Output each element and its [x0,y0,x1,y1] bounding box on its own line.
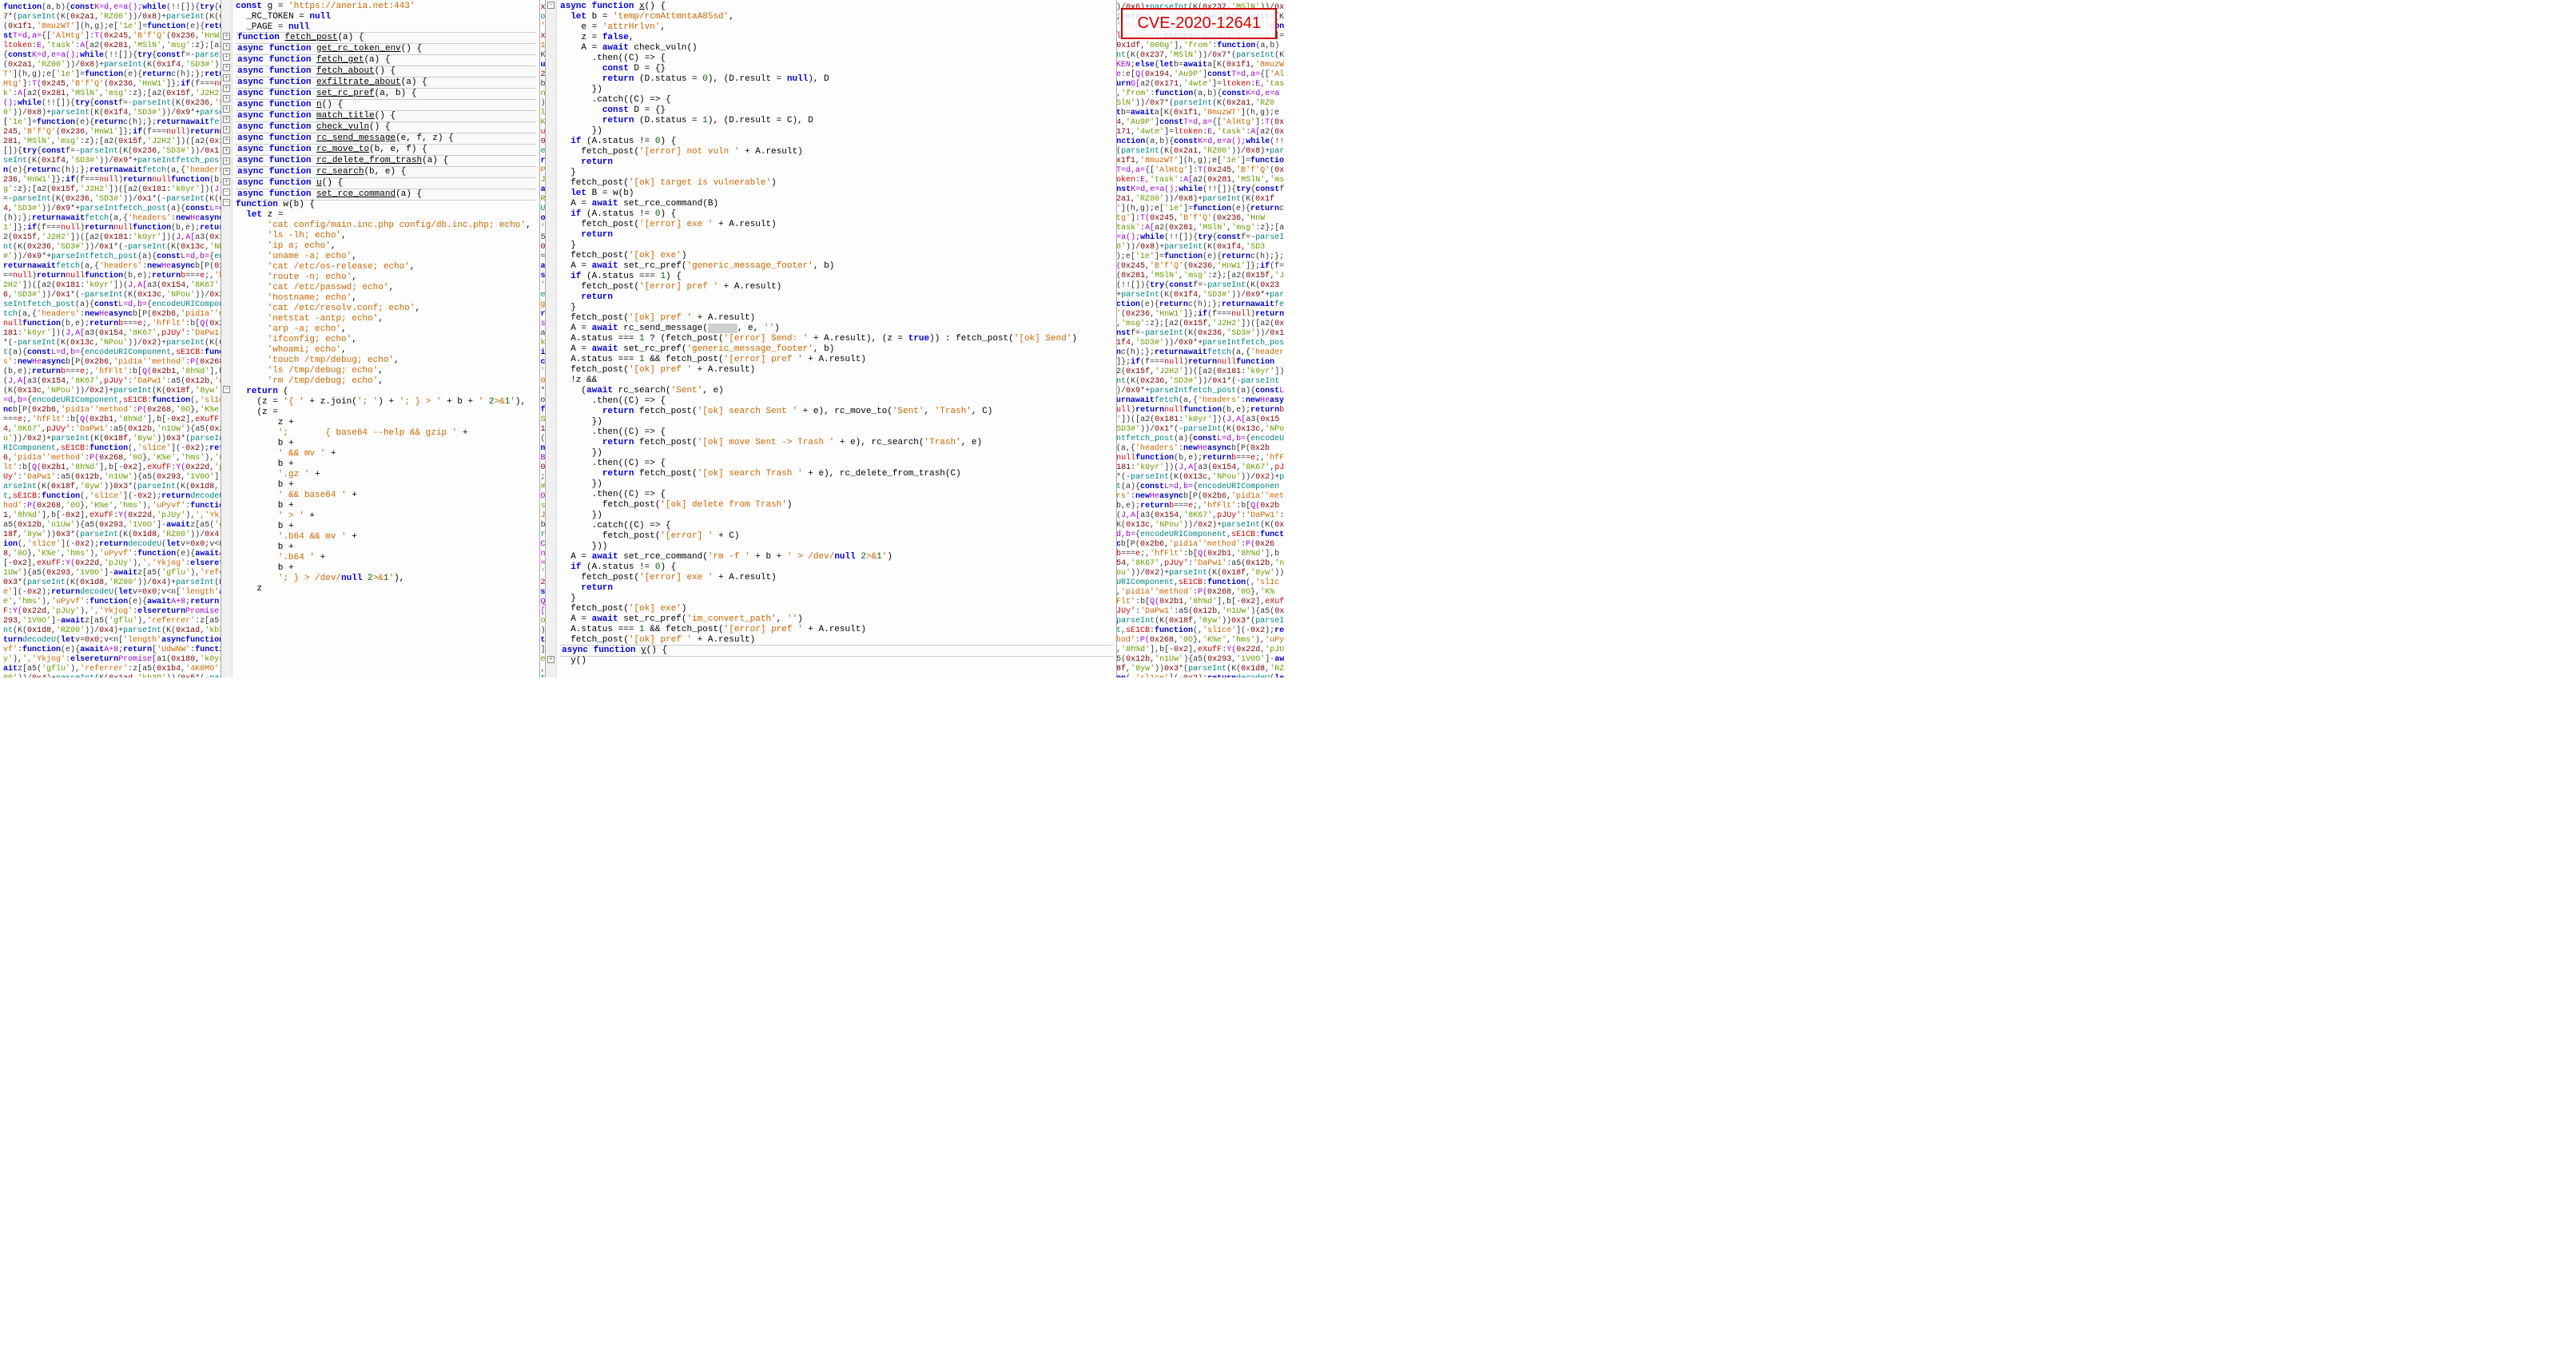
fold-toggle[interactable]: + [223,85,230,92]
fold-toggle[interactable]: + [223,54,230,61]
left-code-pane: + + + + + + + + + + + + + + + − − − const g = 'https://an… [221,0,540,678]
right-code-pane: −+ async function x() { let b = 'temp/rc… [545,0,1117,678]
fold-toggle[interactable]: − [223,189,230,196]
right-code-view[interactable]: async function x() { let b = 'temp/rcmAt… [557,0,1116,678]
fold-toggle[interactable]: + [223,74,230,81]
left-code-view[interactable]: const g = 'https://aneria.net:443' _RC_T… [233,0,539,678]
fold-toggle[interactable]: + [223,64,230,71]
fold-toggle[interactable]: + [223,126,230,133]
right-fold-gutter[interactable]: −+ [546,0,557,678]
left-fold-gutter[interactable]: + + + + + + + + + + + + + + + − − − [221,0,233,678]
fold-toggle[interactable]: + [223,168,230,175]
fold-toggle[interactable]: + [223,43,230,50]
fold-toggle[interactable]: + [223,178,230,185]
fold-toggle[interactable]: + [223,33,230,40]
code-panes-container: + + + + + + + + + + + + + + + − − − const g = 'https://an… [221,0,1117,678]
fold-toggle[interactable]: − [547,2,555,9]
fold-toggle[interactable]: + [223,137,230,144]
fold-toggle[interactable]: + [223,157,230,165]
fold-toggle[interactable]: − [223,386,230,393]
fold-toggle[interactable]: + [223,105,230,113]
fold-toggle[interactable]: − [223,199,230,206]
fold-toggle[interactable]: + [547,656,555,663]
fold-toggle[interactable]: + [223,147,230,154]
fold-toggle[interactable]: + [223,95,230,102]
cve-badge: CVE-2020-12641 [1121,8,1277,39]
fold-toggle[interactable]: + [223,116,230,123]
